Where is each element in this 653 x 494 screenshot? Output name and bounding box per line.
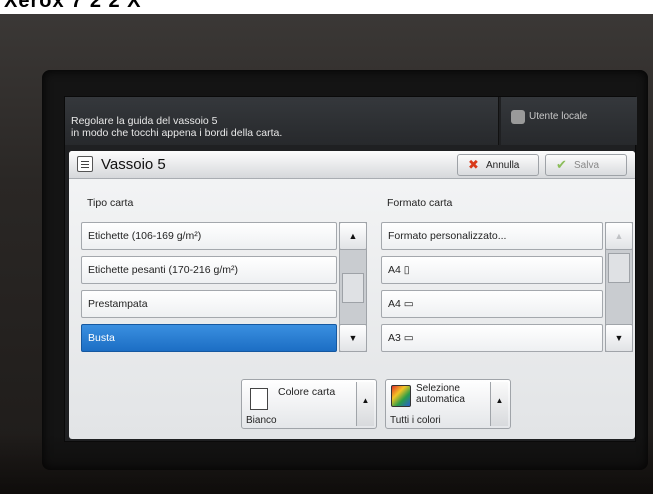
instruction-line-1: Regolare la guida del vassoio 5	[71, 115, 218, 127]
panel-header: Vassoio 5 ✖ Annulla ✔ Salva	[69, 151, 635, 179]
paper-size-scrollbar[interactable]: ▲ ▼	[605, 222, 633, 352]
cancel-button[interactable]: ✖ Annulla	[457, 154, 539, 176]
chevron-up-icon[interactable]: ▲	[356, 382, 374, 426]
color-mode-title: Selezione automatica	[416, 383, 488, 405]
instruction-line-2: in modo che tocchi appena i bordi della …	[71, 127, 283, 139]
multicolor-icon	[391, 385, 411, 407]
paper-type-item[interactable]: Etichette (106-169 g/m²)	[81, 222, 337, 250]
paper-color-swatch	[250, 388, 268, 410]
save-button-label: Salva	[574, 160, 600, 171]
scroll-up-button[interactable]: ▲	[605, 222, 633, 250]
scroll-down-button[interactable]: ▼	[339, 324, 367, 352]
color-mode-control[interactable]: Selezione automatica Tutti i colori ▲	[385, 379, 511, 429]
local-user-button[interactable]: Utente locale	[501, 97, 637, 145]
scroll-thumb[interactable]	[608, 253, 630, 283]
instruction-message: Regolare la guida del vassoio 5 in modo …	[71, 115, 491, 139]
scroll-up-button[interactable]: ▲	[339, 222, 367, 250]
chevron-up-icon[interactable]: ▲	[490, 382, 508, 426]
user-label: Utente locale	[529, 111, 588, 122]
checkmark-icon: ✔	[556, 157, 567, 172]
paper-size-item[interactable]: A4 ▭	[381, 290, 603, 318]
paper-type-scrollbar[interactable]: ▲ ▼	[339, 222, 367, 352]
device-model-caption: Xerox 7 2 2 X	[4, 0, 142, 12]
paper-color-value: Bianco	[246, 415, 277, 426]
scroll-down-button[interactable]: ▼	[605, 324, 633, 352]
color-mode-value: Tutti i colori	[390, 415, 441, 426]
paper-size-item[interactable]: Formato personalizzato...	[381, 222, 603, 250]
close-icon: ✖	[468, 157, 479, 172]
user-icon	[511, 110, 525, 124]
scroll-thumb[interactable]	[342, 273, 364, 303]
color-mode-title-line-2: automatica	[416, 394, 465, 405]
cancel-button-label: Annulla	[486, 160, 520, 171]
save-button[interactable]: ✔ Salva	[545, 154, 627, 176]
paper-color-title: Colore carta	[278, 386, 336, 398]
paper-size-label: Formato carta	[387, 197, 453, 209]
touch-screen: Regolare la guida del vassoio 5 in modo …	[64, 96, 637, 442]
message-bar: Regolare la guida del vassoio 5 in modo …	[65, 97, 499, 145]
color-mode-title-line-1: Selezione	[416, 383, 460, 394]
menu-icon	[77, 156, 93, 172]
paper-type-label: Tipo carta	[87, 197, 134, 209]
page-title: Vassoio 5	[101, 156, 166, 173]
tray-settings-panel: Vassoio 5 ✖ Annulla ✔ Salva Tipo carta F…	[69, 151, 635, 439]
paper-size-item[interactable]: A3 ▭	[381, 324, 603, 352]
paper-type-item[interactable]: Etichette pesanti (170-216 g/m²)	[81, 256, 337, 284]
paper-type-item[interactable]: Prestampata	[81, 290, 337, 318]
paper-type-item-selected[interactable]: Busta	[81, 324, 337, 352]
paper-size-item[interactable]: A4 ▯	[381, 256, 603, 284]
paper-color-control[interactable]: Colore carta Bianco ▲	[241, 379, 377, 429]
